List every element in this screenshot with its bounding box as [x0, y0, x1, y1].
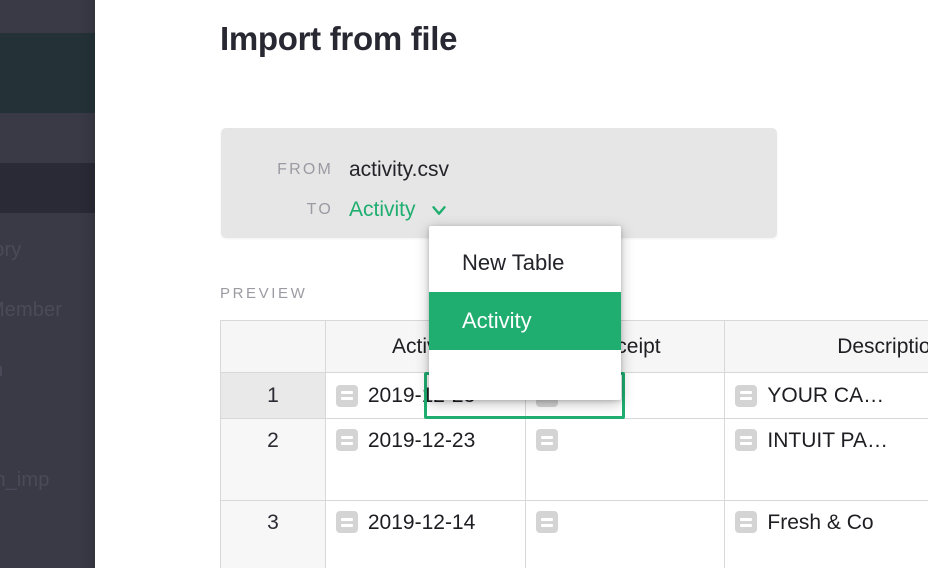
cell-description[interactable]: Fresh & Co	[725, 501, 928, 568]
sidebar-band-top	[0, 0, 95, 33]
cell-description-value: Fresh & Co	[767, 511, 873, 535]
row-number: 2	[221, 419, 326, 501]
column-header-description[interactable]: Description	[725, 321, 928, 373]
cell-receipt[interactable]	[526, 419, 726, 501]
app-sidebar: rd gory Member n den_imp	[0, 0, 95, 568]
to-row[interactable]: TO Activity	[221, 190, 777, 230]
cell-activity-value: 2019-12-14	[368, 511, 475, 535]
table-row: 3 2019-12-14 Fresh & Co	[221, 501, 928, 568]
sidebar-band-list	[0, 213, 95, 568]
cell-description[interactable]: INTUIT PA…	[725, 419, 928, 501]
sidebar-item-label-hidden-import[interactable]: den_imp	[0, 469, 49, 492]
sidebar-item-label-member[interactable]: Member	[0, 299, 62, 322]
text-field-icon	[336, 511, 358, 533]
cell-activity[interactable]: 2019-12-23	[326, 419, 526, 501]
cell-description-value: INTUIT PA…	[767, 429, 888, 453]
sidebar-item-label-n[interactable]: n	[0, 359, 3, 382]
preview-label: PREVIEW	[220, 285, 307, 302]
to-table-select[interactable]: Activity	[349, 198, 450, 222]
import-modal: Import from file FROM activity.csv TO Ac…	[95, 0, 928, 568]
from-label: FROM	[221, 161, 333, 179]
dropdown-item-new-table[interactable]: New Table	[429, 234, 621, 292]
cell-activity[interactable]: 2019-12-14	[326, 501, 526, 568]
sidebar-band-workspace[interactable]	[0, 33, 95, 113]
text-field-icon	[536, 429, 558, 451]
column-header-rownum	[221, 321, 326, 373]
text-field-icon	[735, 385, 757, 407]
text-field-icon	[735, 511, 757, 533]
cell-receipt[interactable]	[526, 501, 726, 568]
text-field-icon	[735, 429, 757, 451]
table-target-dropdown: New Table Activity	[429, 226, 621, 400]
row-number: 3	[221, 501, 326, 568]
text-field-icon	[536, 511, 558, 533]
to-table-value: Activity	[349, 198, 416, 222]
text-field-icon	[336, 429, 358, 451]
to-label: TO	[221, 201, 333, 219]
sidebar-band-spacer	[0, 113, 95, 163]
table-row: 2 2019-12-23 INTUIT PA…	[221, 419, 928, 501]
chevron-down-icon[interactable]	[428, 199, 450, 221]
page-title: Import from file	[220, 20, 457, 58]
dropdown-item-activity[interactable]: Activity	[429, 292, 621, 350]
from-row: FROM activity.csv	[221, 150, 777, 190]
cell-activity-value: 2019-12-23	[368, 429, 475, 453]
cell-description[interactable]: YOUR CA…	[725, 373, 928, 419]
import-from-file-screen: rd gory Member n den_imp Import from fil…	[0, 0, 928, 568]
row-number: 1	[221, 373, 326, 419]
sidebar-item-dashboard[interactable]	[0, 163, 95, 213]
from-filename: activity.csv	[349, 158, 449, 182]
sidebar-item-label-category[interactable]: gory	[0, 239, 21, 262]
cell-description-value: YOUR CA…	[767, 384, 884, 408]
text-field-icon	[336, 385, 358, 407]
from-to-panel: FROM activity.csv TO Activity	[221, 128, 777, 238]
